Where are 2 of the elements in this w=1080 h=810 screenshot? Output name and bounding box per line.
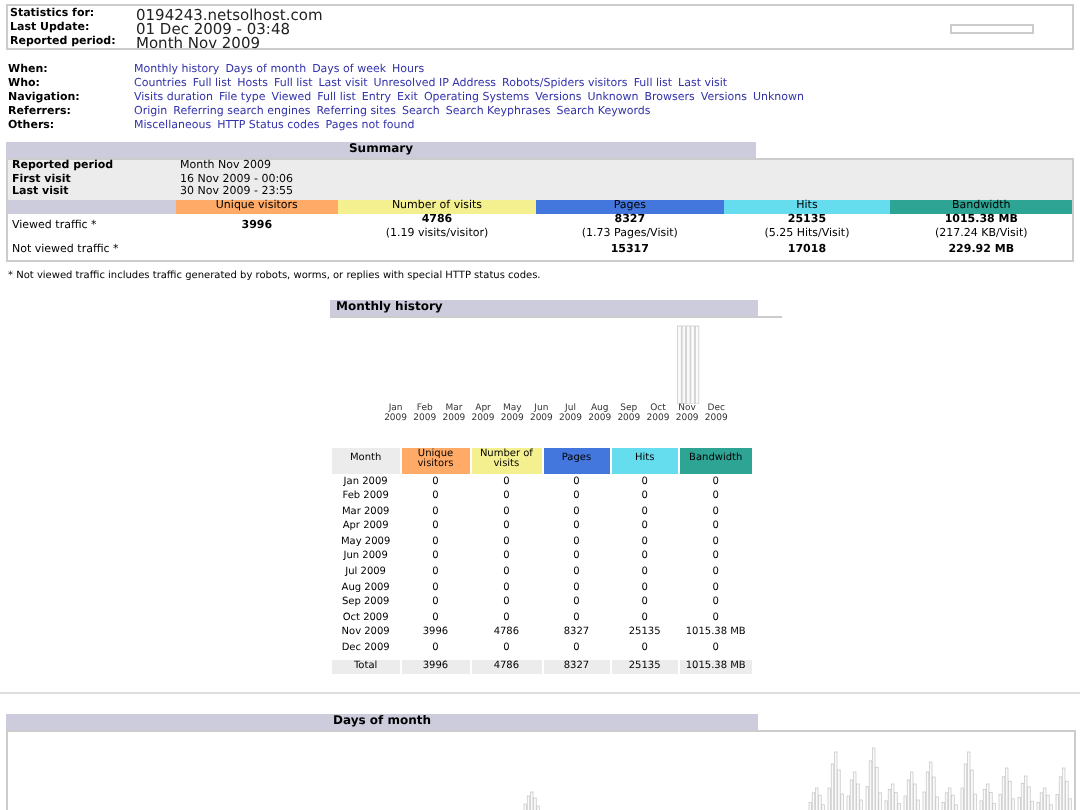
bar-chart-drawing [676, 324, 699, 403]
input-field[interactable] [950, 24, 1034, 34]
